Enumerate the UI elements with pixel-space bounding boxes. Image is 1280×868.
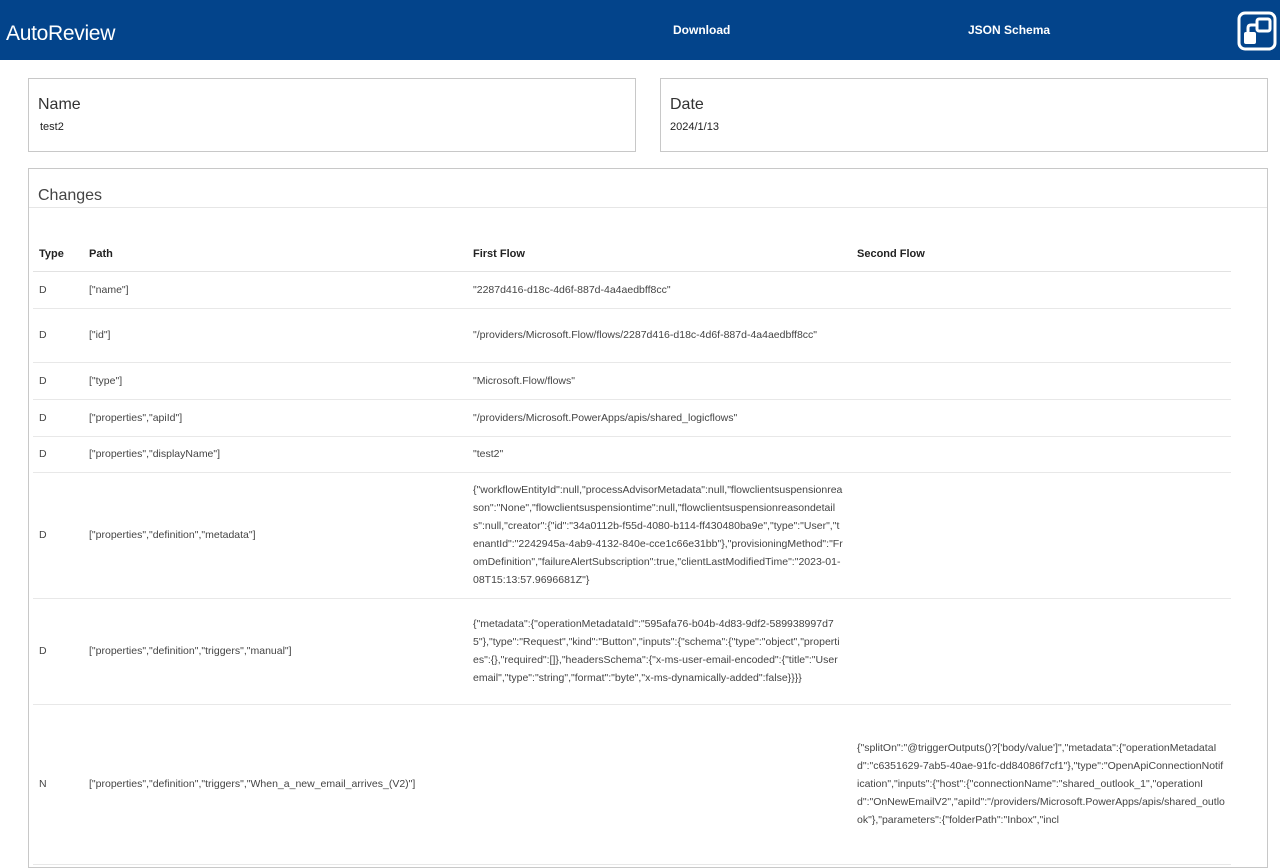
download-link[interactable]: Download bbox=[673, 23, 730, 37]
cell-second-flow bbox=[851, 472, 1231, 599]
cell-type: D bbox=[33, 598, 83, 705]
cell-first-flow: "test2" bbox=[467, 436, 851, 473]
column-header-second-flow: Second Flow bbox=[851, 237, 1231, 272]
cell-path: ["properties","definition","triggers","m… bbox=[83, 598, 467, 705]
cell-second-flow bbox=[851, 308, 1231, 363]
cell-first-flow: {"workflowEntityId":null,"processAdvisor… bbox=[467, 472, 851, 599]
json-schema-link[interactable]: JSON Schema bbox=[968, 23, 1050, 37]
column-header-type: Type bbox=[33, 237, 83, 272]
date-card: Date 2024/1/13 bbox=[660, 78, 1268, 152]
cell-first-flow: "2287d416-d18c-4d6f-887d-4a4aedbff8cc" bbox=[467, 271, 851, 309]
column-header-path: Path bbox=[83, 237, 467, 272]
cell-path: ["name"] bbox=[83, 271, 467, 309]
changes-card: Changes Type Path First Flow Second Flow… bbox=[28, 168, 1268, 868]
cell-first-flow: "/providers/Microsoft.Flow/flows/2287d41… bbox=[467, 308, 851, 363]
cell-path: ["id"] bbox=[83, 308, 467, 363]
cell-type: D bbox=[33, 362, 83, 400]
date-label: Date bbox=[670, 96, 704, 113]
app-title: AutoReview bbox=[6, 22, 116, 45]
column-header-first-flow: First Flow bbox=[467, 237, 851, 272]
table-row: D ["properties","definition","metadata"]… bbox=[33, 472, 1231, 599]
changes-divider bbox=[29, 207, 1267, 208]
cell-first-flow: "Microsoft.Flow/flows" bbox=[467, 362, 851, 400]
table-row: D ["type"] "Microsoft.Flow/flows" bbox=[33, 362, 1231, 400]
table-row: N ["properties","definition","triggers",… bbox=[33, 704, 1231, 865]
cell-second-flow bbox=[851, 436, 1231, 473]
cell-path: ["properties","definition","triggers","W… bbox=[83, 704, 467, 865]
cell-first-flow bbox=[467, 704, 851, 865]
cell-type: D bbox=[33, 472, 83, 599]
table-header-row: Type Path First Flow Second Flow bbox=[33, 237, 1231, 272]
cell-path: ["properties","apiId"] bbox=[83, 399, 467, 437]
cell-first-flow: "/providers/Microsoft.PowerApps/apis/sha… bbox=[467, 399, 851, 437]
name-value: test2 bbox=[40, 121, 64, 133]
cell-second-flow bbox=[851, 271, 1231, 309]
date-value: 2024/1/13 bbox=[670, 121, 719, 133]
changes-title: Changes bbox=[38, 187, 103, 204]
top-bar: AutoReview Download JSON Schema bbox=[0, 0, 1280, 60]
cell-type: D bbox=[33, 308, 83, 363]
cell-type: D bbox=[33, 271, 83, 309]
cell-path: ["type"] bbox=[83, 362, 467, 400]
cell-path: ["properties","displayName"] bbox=[83, 436, 467, 473]
name-label: Name bbox=[38, 96, 81, 113]
cell-path: ["properties","definition","metadata"] bbox=[83, 472, 467, 599]
cell-second-flow bbox=[851, 362, 1231, 400]
table-row: D ["properties","apiId"] "/providers/Mic… bbox=[33, 399, 1231, 437]
table-row: D ["id"] "/providers/Microsoft.Flow/flow… bbox=[33, 308, 1231, 363]
cell-type: N bbox=[33, 704, 83, 865]
cell-second-flow bbox=[851, 399, 1231, 437]
cell-second-flow: {"splitOn":"@triggerOutputs()?['body/val… bbox=[851, 704, 1231, 865]
app-logo-icon[interactable] bbox=[1237, 11, 1277, 51]
cell-type: D bbox=[33, 399, 83, 437]
table-row: D ["name"] "2287d416-d18c-4d6f-887d-4a4a… bbox=[33, 271, 1231, 309]
changes-table: Type Path First Flow Second Flow D ["nam… bbox=[33, 237, 1231, 865]
table-row: D ["properties","definition","triggers",… bbox=[33, 598, 1231, 705]
table-row: D ["properties","displayName"] "test2" bbox=[33, 436, 1231, 473]
cell-second-flow bbox=[851, 598, 1231, 705]
cell-type: D bbox=[33, 436, 83, 473]
name-card: Name test2 bbox=[28, 78, 636, 152]
cell-first-flow: {"metadata":{"operationMetadataId":"595a… bbox=[467, 598, 851, 705]
